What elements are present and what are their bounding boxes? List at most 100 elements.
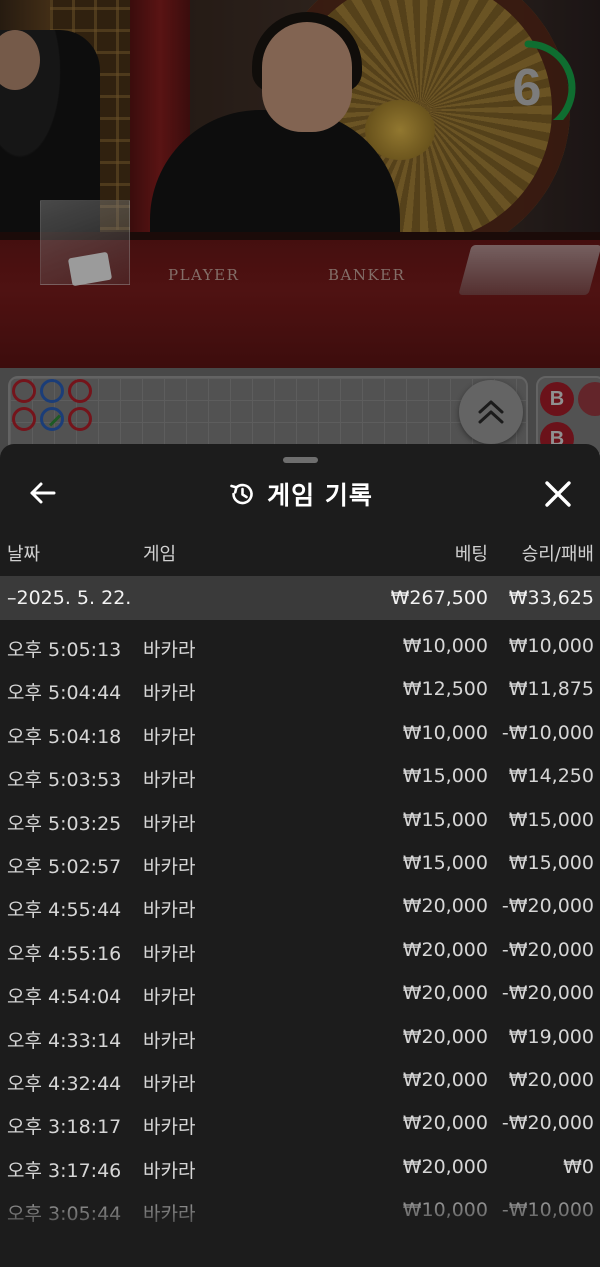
table-label-banker: BANKER [328, 266, 406, 284]
row-time: 오후 3:17:46 [7, 1159, 122, 1182]
row-bet: ₩15,000 [402, 851, 488, 874]
close-button[interactable] [540, 476, 576, 512]
table-row[interactable]: 오후 3:17:46 바카라 ₩20,000 ₩0 [0, 1145, 600, 1188]
game-history-sheet: 게임 기록 날짜 게임 베팅 승리/패배 –2025. 5. 22. ₩267,… [0, 444, 600, 1267]
banker-win-icon [68, 379, 92, 403]
row-time: 오후 5:04:44 [7, 682, 122, 705]
row-game: 바카라 [143, 855, 196, 878]
row-bet: ₩20,000 [402, 1068, 488, 1091]
row-win-loss: ₩10,000 [508, 635, 594, 657]
sheet-header: 게임 기록 [0, 466, 600, 518]
row-time: 오후 5:02:57 [7, 855, 122, 878]
row-win-loss: ₩0 [563, 1155, 594, 1178]
live-video-stream: PLAYER BANKER 6 [0, 0, 600, 368]
row-game: 바카라 [143, 812, 196, 835]
row-win-loss: -₩20,000 [501, 1112, 594, 1135]
row-time: 오후 4:54:04 [7, 986, 122, 1009]
row-game: 바카라 [143, 639, 196, 661]
row-win-loss: -₩20,000 [501, 938, 594, 961]
history-list: 오후 5:05:13 바카라 ₩10,000 ₩10,000 오후 5:04:44 바카라… [0, 624, 600, 1231]
row-bet: ₩20,000 [402, 982, 488, 1005]
row-bet: ₩15,000 [402, 808, 488, 831]
table-row[interactable]: 오후 3:18:17 바카라 ₩20,000 -₩20,000 [0, 1101, 600, 1144]
table-row[interactable]: 오후 5:05:13 바카라 ₩10,000 ₩10,000 [0, 624, 600, 667]
column-header-bet[interactable]: 베팅 [455, 540, 488, 566]
row-game: 바카라 [143, 682, 196, 705]
row-time: 오후 4:33:14 [7, 1029, 122, 1052]
card-shoe [458, 245, 600, 295]
row-bet: ₩20,000 [402, 1025, 488, 1048]
row-win-loss: ₩11,875 [508, 678, 594, 701]
row-game: 바카라 [143, 725, 196, 748]
row-win-loss: -₩10,000 [501, 721, 594, 744]
row-bet: ₩15,000 [402, 765, 488, 788]
table-row[interactable]: 오후 5:03:25 바카라 ₩15,000 ₩15,000 [0, 798, 600, 841]
row-time: 오후 5:04:18 [7, 725, 122, 748]
row-time: 오후 4:55:44 [7, 899, 122, 922]
row-time: 오후 5:03:53 [7, 769, 122, 792]
expand-roadmap-button[interactable] [459, 380, 523, 444]
row-bet: ₩20,000 [402, 1155, 488, 1178]
banker-win-icon [12, 379, 36, 403]
row-win-loss: ₩19,000 [508, 1025, 594, 1048]
banker-win-icon [68, 407, 92, 431]
close-icon [545, 481, 571, 507]
table-row[interactable]: 오후 4:33:14 바카라 ₩20,000 ₩19,000 [0, 1015, 600, 1058]
column-header-date[interactable]: 날짜 [7, 540, 40, 566]
sheet-drag-handle[interactable] [283, 457, 318, 463]
table-row[interactable]: 오후 5:02:57 바카라 ₩15,000 ₩15,000 [0, 841, 600, 884]
table-row[interactable]: 오후 5:04:18 바카라 ₩10,000 -₩10,000 [0, 711, 600, 754]
table-row[interactable]: 오후 5:03:53 바카라 ₩15,000 ₩14,250 [0, 754, 600, 797]
summary-bet: ₩267,500 [390, 587, 488, 609]
row-game: 바카라 [143, 1072, 196, 1095]
row-bet: ₩20,000 [402, 895, 488, 918]
history-icon [230, 483, 253, 505]
row-time: 오후 3:18:17 [7, 1116, 122, 1139]
summary-win-loss: ₩33,625 [508, 587, 594, 609]
row-game: 바카라 [143, 1116, 196, 1139]
column-header-game[interactable]: 게임 [143, 540, 176, 566]
arrow-left-icon [30, 482, 56, 504]
player-win-icon [40, 379, 64, 403]
table-header: 날짜 게임 베팅 승리/패배 [0, 540, 600, 568]
row-win-loss: ₩15,000 [508, 851, 594, 874]
summary-date: –2025. 5. 22. [7, 587, 132, 609]
big-road-banker-icon: B [540, 382, 574, 416]
row-bet: ₩20,000 [402, 1112, 488, 1135]
banker-win-icon [12, 407, 36, 431]
row-game: 바카라 [143, 1159, 196, 1182]
table-row[interactable]: 오후 3:05:44 바카라 ₩10,000 -₩10,000 [0, 1188, 600, 1231]
table-row[interactable]: 오후 4:32:44 바카라 ₩20,000 ₩20,000 [0, 1058, 600, 1101]
row-bet: ₩12,500 [402, 678, 488, 701]
row-time: 오후 4:55:16 [7, 942, 122, 965]
row-time: 오후 5:05:13 [7, 639, 122, 661]
table-row[interactable]: 오후 4:54:04 바카라 ₩20,000 -₩20,000 [0, 971, 600, 1014]
row-win-loss: -₩10,000 [501, 1199, 594, 1222]
row-bet: ₩10,000 [402, 721, 488, 744]
row-bet: ₩10,000 [402, 635, 488, 657]
row-game: 바카라 [143, 769, 196, 792]
table-row[interactable]: 오후 4:55:16 바카라 ₩20,000 -₩20,000 [0, 928, 600, 971]
table-row[interactable]: 오후 4:55:44 바카라 ₩20,000 -₩20,000 [0, 884, 600, 927]
big-road-banker-icon [578, 382, 600, 416]
row-time: 오후 5:03:25 [7, 812, 122, 835]
column-header-win-loss[interactable]: 승리/패배 [522, 540, 594, 566]
row-win-loss: ₩15,000 [508, 808, 594, 831]
date-summary-row[interactable]: –2025. 5. 22. ₩267,500 ₩33,625 [0, 576, 600, 620]
row-game: 바카라 [143, 899, 196, 922]
row-time: 오후 3:05:44 [7, 1203, 122, 1226]
countdown-timer: 6 [498, 20, 578, 120]
row-time: 오후 4:32:44 [7, 1072, 122, 1095]
row-win-loss: ₩14,250 [508, 765, 594, 788]
sheet-title: 게임 기록 [267, 481, 373, 510]
chevron-double-up-icon [478, 400, 504, 424]
row-game: 바카라 [143, 1203, 196, 1226]
row-win-loss: -₩20,000 [501, 895, 594, 918]
back-button[interactable] [22, 476, 62, 510]
dealer-face [262, 22, 352, 132]
table-label-player: PLAYER [168, 266, 240, 284]
timer-seconds: 6 [512, 59, 542, 117]
table-row[interactable]: 오후 5:04:44 바카라 ₩12,500 ₩11,875 [0, 667, 600, 710]
row-win-loss: ₩20,000 [508, 1068, 594, 1091]
row-game: 바카라 [143, 1029, 196, 1052]
